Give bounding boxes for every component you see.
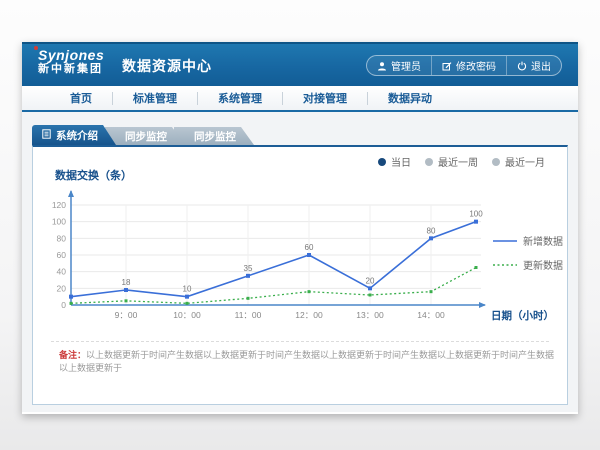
filter-last-month[interactable]: 最近一月 <box>492 154 545 169</box>
svg-text:10：00: 10：00 <box>173 310 201 320</box>
tab-label: 系统介绍 <box>56 128 98 143</box>
svg-text:9：00: 9：00 <box>115 310 138 320</box>
filter-last-month-label: 最近一月 <box>505 154 545 169</box>
logo-text-cn: 新中新集团 <box>38 63 104 75</box>
header: Synjones 新中新集团 数据资源中心 管理员 修改密码 退出 <box>22 42 578 86</box>
logo-red-dot <box>34 46 38 50</box>
logo: Synjones 新中新集团 <box>38 48 104 75</box>
content-area: 系统介绍 同步监控 同步监控 当日 最近一周 <box>22 112 578 412</box>
svg-text:35: 35 <box>244 264 253 273</box>
filter-last-week-label: 最近一周 <box>438 154 478 169</box>
svg-text:0: 0 <box>61 300 66 310</box>
footnote-prefix: 备注： <box>59 350 86 360</box>
svg-text:10: 10 <box>183 285 192 294</box>
svg-text:60: 60 <box>305 243 314 252</box>
chart-legend: 新增数据 更新数据 <box>493 233 563 272</box>
footnote: 备注：以上数据更新于时间产生数据以上数据更新于时间产生数据以上数据更新于时间产生… <box>59 349 559 375</box>
svg-text:18: 18 <box>122 278 131 287</box>
svg-text:14：00: 14：00 <box>417 310 445 320</box>
nav-item-standard-mgmt[interactable]: 标准管理 <box>113 90 197 106</box>
nav-item-system-mgmt[interactable]: 系统管理 <box>198 90 282 106</box>
legend-item-new-data: 新增数据 <box>493 233 563 248</box>
svg-text:100: 100 <box>469 210 483 219</box>
logo-text-en: Synjones <box>38 48 104 63</box>
svg-text:20: 20 <box>366 276 375 285</box>
tab-label: 同步监控 <box>194 129 236 144</box>
main-nav: 首页 标准管理 系统管理 对接管理 数据异动 <box>22 86 578 112</box>
note-divider <box>51 341 549 342</box>
svg-text:40: 40 <box>57 267 67 277</box>
user-actions: 管理员 修改密码 退出 <box>366 55 562 76</box>
radio-icon[interactable] <box>425 158 433 166</box>
svg-text:11：00: 11：00 <box>235 310 262 320</box>
radio-icon[interactable] <box>378 158 386 166</box>
y-axis-title: 数据交换（条） <box>55 167 132 183</box>
change-password-label: 修改密码 <box>456 58 496 73</box>
admin-user-button[interactable]: 管理员 <box>367 56 431 75</box>
logout-button[interactable]: 退出 <box>506 56 561 75</box>
legend-label: 更新数据 <box>523 257 563 272</box>
tab-sync-monitor-1[interactable]: 同步监控 <box>105 127 185 145</box>
chart-panel: 当日 最近一周 最近一月 数据交换（条） 0 20 40 60 80 100 120 9：00… <box>32 145 568 405</box>
nav-item-data-change[interactable]: 数据异动 <box>368 90 452 106</box>
svg-text:100: 100 <box>52 217 66 227</box>
nav-item-docking-mgmt[interactable]: 对接管理 <box>283 90 367 106</box>
change-password-button[interactable]: 修改密码 <box>431 56 506 75</box>
svg-text:12：00: 12：00 <box>295 310 323 320</box>
edit-icon <box>442 61 452 71</box>
svg-text:80: 80 <box>427 226 436 235</box>
tab-label: 同步监控 <box>125 129 167 144</box>
svg-text:80: 80 <box>57 233 67 243</box>
admin-user-label: 管理员 <box>391 58 421 73</box>
filter-last-week[interactable]: 最近一周 <box>425 154 478 169</box>
svg-text:13：00: 13：00 <box>356 310 384 320</box>
tab-sync-monitor-2[interactable]: 同步监控 <box>174 127 254 145</box>
power-icon <box>517 61 527 71</box>
legend-item-update-data: 更新数据 <box>493 257 563 272</box>
logout-label: 退出 <box>531 58 551 73</box>
app-window: Synjones 新中新集团 数据资源中心 管理员 修改密码 退出 <box>22 42 578 414</box>
svg-text:日期（小时）: 日期（小时） <box>491 309 554 322</box>
footnote-text: 以上数据更新于时间产生数据以上数据更新于时间产生数据以上数据更新于时间产生数据以… <box>59 350 554 373</box>
svg-text:60: 60 <box>57 250 67 260</box>
document-icon <box>42 129 51 142</box>
page-title: 数据资源中心 <box>122 44 212 88</box>
legend-label: 新增数据 <box>523 233 563 248</box>
filter-today[interactable]: 当日 <box>378 154 411 169</box>
svg-text:120: 120 <box>52 200 66 210</box>
tab-bar: 系统介绍 同步监控 同步监控 <box>32 125 254 145</box>
nav-item-home[interactable]: 首页 <box>50 90 112 106</box>
date-range-filters: 当日 最近一周 最近一月 <box>378 154 545 169</box>
tab-system-intro[interactable]: 系统介绍 <box>32 125 116 145</box>
svg-text:20: 20 <box>57 283 67 293</box>
radio-icon[interactable] <box>492 158 500 166</box>
filter-today-label: 当日 <box>391 154 411 169</box>
user-icon <box>377 61 387 71</box>
